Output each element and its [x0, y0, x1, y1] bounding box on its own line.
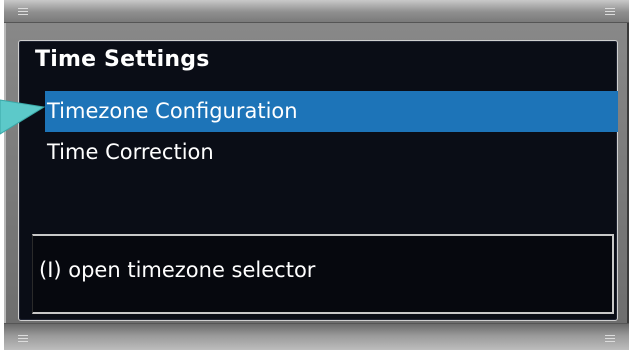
- frame-bottom-bar: [4, 323, 629, 350]
- menu-item-time-correction[interactable]: Time Correction: [45, 132, 618, 173]
- panel-title: Time Settings: [35, 47, 210, 72]
- grip-icon: [605, 335, 615, 342]
- hint-text: (I) open timezone selector: [39, 258, 316, 282]
- settings-menu: Timezone Configuration Time Correction: [45, 91, 618, 173]
- hint-box: (I) open timezone selector: [32, 234, 614, 314]
- pointer-arrow-icon: [0, 99, 46, 135]
- grip-icon: [18, 335, 28, 342]
- time-settings-panel: Time Settings Timezone Configuration Tim…: [18, 40, 618, 321]
- menu-item-timezone-configuration[interactable]: Timezone Configuration: [45, 91, 618, 132]
- grip-icon: [18, 8, 28, 15]
- grip-icon: [605, 8, 615, 15]
- frame-top-bar: [4, 0, 629, 23]
